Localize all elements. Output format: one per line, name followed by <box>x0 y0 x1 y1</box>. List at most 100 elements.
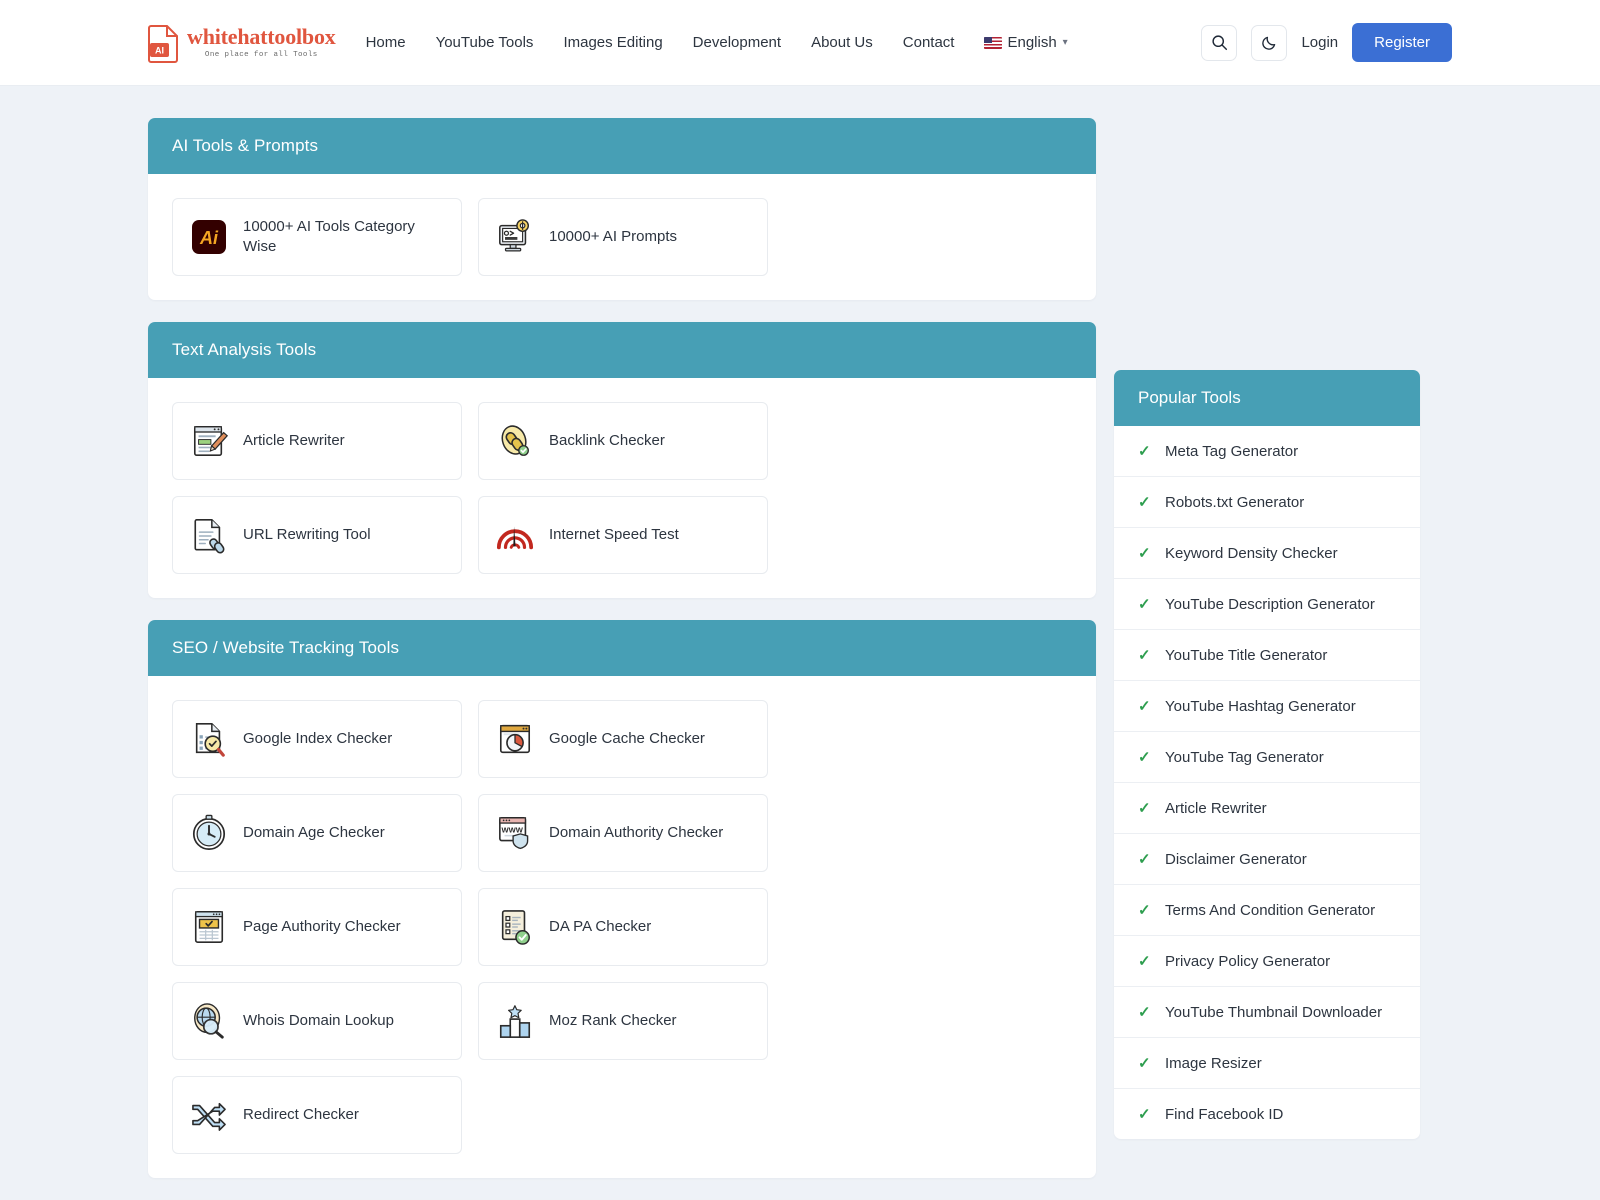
sidebar-item-youtube-title-generator[interactable]: ✓ YouTube Title Generator <box>1114 630 1420 681</box>
sidebar-item-privacy-policy-generator[interactable]: ✓ Privacy Policy Generator <box>1114 936 1420 987</box>
svg-text:WWW: WWW <box>501 826 523 835</box>
sidebar-item-youtube-hashtag-generator[interactable]: ✓ YouTube Hashtag Generator <box>1114 681 1420 732</box>
moon-icon <box>1262 36 1276 50</box>
tools-column: AI Tools & Prompts Ai 10000+ AI Tools Ca… <box>148 118 1096 1200</box>
register-button[interactable]: Register <box>1352 23 1452 62</box>
check-icon: ✓ <box>1138 596 1151 613</box>
tool-card-ai-tools-category-wise[interactable]: Ai 10000+ AI Tools Category Wise <box>172 198 462 276</box>
tool-label: Domain Age Checker <box>243 823 385 841</box>
header-actions: Login Register <box>1201 23 1452 62</box>
tool-label: Google Index Checker <box>243 729 393 747</box>
sidebar-item-disclaimer-generator[interactable]: ✓ Disclaimer Generator <box>1114 834 1420 885</box>
main-navigation: Home YouTube Tools Images Editing Develo… <box>366 34 1068 51</box>
sidebar-item-label: Robots.txt Generator <box>1165 493 1305 511</box>
search-button[interactable] <box>1201 24 1238 61</box>
check-icon: ✓ <box>1138 1106 1151 1123</box>
nav-item-home[interactable]: Home <box>366 34 406 51</box>
check-icon: ✓ <box>1138 494 1151 511</box>
section-tool-grid: Ai 10000+ AI Tools Category Wise 10000+ … <box>148 174 1096 300</box>
tool-card-whois-domain-lookup[interactable]: Whois Domain Lookup <box>172 982 462 1060</box>
tool-card-google-index-checker[interactable]: Google Index Checker <box>172 700 462 778</box>
tool-card-google-cache-checker[interactable]: Google Cache Checker <box>478 700 768 778</box>
check-icon: ✓ <box>1138 953 1151 970</box>
tool-card-da-pa-checker[interactable]: DA PA Checker <box>478 888 768 966</box>
sidebar-item-label: Find Facebook ID <box>1165 1105 1284 1123</box>
sidebar-item-find-facebook-id[interactable]: ✓ Find Facebook ID <box>1114 1089 1420 1139</box>
chain-link-icon <box>495 421 535 461</box>
search-icon <box>1212 35 1227 51</box>
tool-label: Whois Domain Lookup <box>243 1011 394 1029</box>
site-header: AI whitehattoolbox One place for all Too… <box>0 0 1600 86</box>
document-magnifier-icon <box>189 719 229 759</box>
tool-label: Article Rewriter <box>243 431 345 449</box>
browser-pie-icon <box>495 719 535 759</box>
sidebar-item-keyword-density-checker[interactable]: ✓ Keyword Density Checker <box>1114 528 1420 579</box>
tool-card-redirect-checker[interactable]: Redirect Checker <box>172 1076 462 1154</box>
section-tool-grid: Article Rewriter Backlink Checker URL Re… <box>148 378 1096 598</box>
section-title: Text Analysis Tools <box>148 322 1096 378</box>
speedometer-icon <box>495 515 535 555</box>
nav-item-about-us[interactable]: About Us <box>811 34 873 51</box>
tool-card-domain-authority-checker[interactable]: WWW Domain Authority Checker <box>478 794 768 872</box>
sidebar-item-meta-tag-generator[interactable]: ✓ Meta Tag Generator <box>1114 426 1420 477</box>
tool-card-ai-prompts[interactable]: 10000+ AI Prompts <box>478 198 768 276</box>
language-label: English <box>1007 34 1057 51</box>
section-ai-tools-prompts: AI Tools & Prompts Ai 10000+ AI Tools Ca… <box>148 118 1096 300</box>
podium-star-icon <box>495 1001 535 1041</box>
check-icon: ✓ <box>1138 1004 1151 1021</box>
tool-card-moz-rank-checker[interactable]: Moz Rank Checker <box>478 982 768 1060</box>
tool-card-article-rewriter[interactable]: Article Rewriter <box>172 402 462 480</box>
svg-text:AI: AI <box>155 45 164 55</box>
shuffle-arrows-icon <box>189 1095 229 1135</box>
sidebar-item-label: YouTube Tag Generator <box>1165 748 1324 766</box>
check-icon: ✓ <box>1138 1055 1151 1072</box>
tool-label: 10000+ AI Prompts <box>549 227 677 245</box>
language-selector[interactable]: English ▾ <box>984 34 1068 51</box>
login-link[interactable]: Login <box>1301 34 1338 51</box>
sidebar-item-label: YouTube Hashtag Generator <box>1165 697 1356 715</box>
check-icon: ✓ <box>1138 800 1151 817</box>
section-seo-website-tracking-tools: SEO / Website Tracking Tools Google Inde… <box>148 620 1096 1178</box>
sidebar-item-label: Terms And Condition Generator <box>1165 901 1376 919</box>
sidebar-item-label: Image Resizer <box>1165 1054 1262 1072</box>
nav-item-images-editing[interactable]: Images Editing <box>563 34 662 51</box>
check-icon: ✓ <box>1138 851 1151 868</box>
tool-label: Domain Authority Checker <box>549 823 724 841</box>
check-icon: ✓ <box>1138 545 1151 562</box>
nav-item-development[interactable]: Development <box>693 34 781 51</box>
check-icon: ✓ <box>1138 698 1151 715</box>
sidebar-item-label: Privacy Policy Generator <box>1165 952 1331 970</box>
sidebar-item-label: Article Rewriter <box>1165 799 1267 817</box>
tool-card-page-authority-checker[interactable]: Page Authority Checker <box>172 888 462 966</box>
logo-file-icon: AI <box>148 24 180 63</box>
adobe-ai-icon: Ai <box>189 217 229 257</box>
sidebar-item-terms-and-condition-generator[interactable]: ✓ Terms And Condition Generator <box>1114 885 1420 936</box>
tool-label: Redirect Checker <box>243 1105 359 1123</box>
checklist-icon <box>495 907 535 947</box>
nav-item-contact[interactable]: Contact <box>903 34 955 51</box>
document-pencil-icon <box>189 421 229 461</box>
dark-mode-toggle[interactable] <box>1251 24 1288 61</box>
tool-card-url-rewriting-tool[interactable]: URL Rewriting Tool <box>172 496 462 574</box>
sidebar-item-image-resizer[interactable]: ✓ Image Resizer <box>1114 1038 1420 1089</box>
logo-tagline: One place for all Tools <box>204 51 318 59</box>
sidebar-item-article-rewriter[interactable]: ✓ Article Rewriter <box>1114 783 1420 834</box>
check-icon: ✓ <box>1138 443 1151 460</box>
sidebar-item-youtube-description-generator[interactable]: ✓ YouTube Description Generator <box>1114 579 1420 630</box>
sidebar-item-label: Keyword Density Checker <box>1165 544 1338 562</box>
sidebar-item-robots-txt-generator[interactable]: ✓ Robots.txt Generator <box>1114 477 1420 528</box>
sidebar-item-youtube-tag-generator[interactable]: ✓ YouTube Tag Generator <box>1114 732 1420 783</box>
popular-tools-panel: Popular Tools ✓ Meta Tag Generator ✓ Rob… <box>1114 370 1420 1139</box>
tool-card-internet-speed-test[interactable]: Internet Speed Test <box>478 496 768 574</box>
logo-wordmark: whitehattoolbox <box>187 24 336 49</box>
tool-card-backlink-checker[interactable]: Backlink Checker <box>478 402 768 480</box>
us-flag-icon <box>984 36 1003 49</box>
site-logo[interactable]: AI whitehattoolbox One place for all Too… <box>148 24 336 63</box>
sidebar-item-youtube-thumbnail-downloader[interactable]: ✓ YouTube Thumbnail Downloader <box>1114 987 1420 1038</box>
section-tool-grid: Google Index Checker Google Cache Checke… <box>148 676 1096 1178</box>
section-text-analysis-tools: Text Analysis Tools Article Rewriter Bac… <box>148 322 1096 598</box>
tool-card-domain-age-checker[interactable]: Domain Age Checker <box>172 794 462 872</box>
globe-magnifier-icon <box>189 1001 229 1041</box>
tool-label: DA PA Checker <box>549 917 652 935</box>
nav-item-youtube-tools[interactable]: YouTube Tools <box>436 34 534 51</box>
